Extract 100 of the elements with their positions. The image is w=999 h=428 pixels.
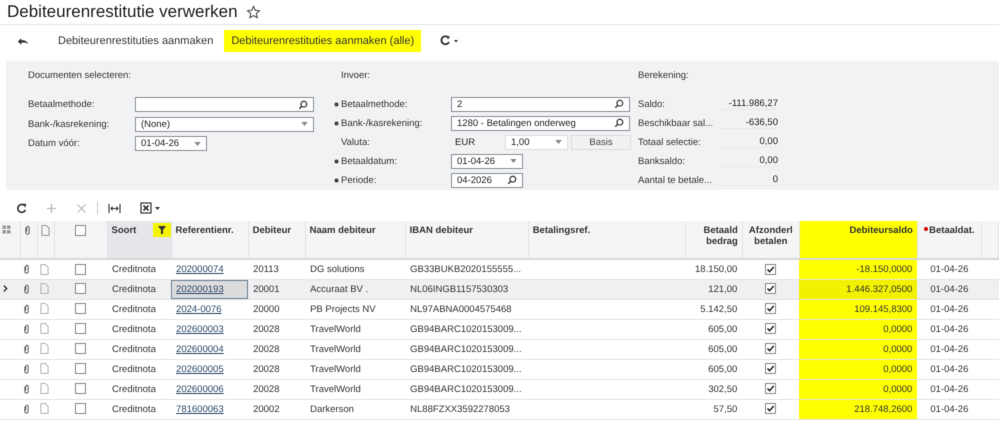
select-all-checkbox[interactable]	[75, 225, 86, 236]
table-row[interactable]: Creditnota 2024-0076 20000 PB Projects NV NL97ABNA0004575468 5.142,50 109.145,8300 01-04-26	[0, 299, 998, 319]
iban-cell: GB33BUKB2020155555...	[410, 264, 522, 275]
separate-pay-checkbox[interactable]	[765, 323, 776, 334]
table-row[interactable]: Creditnota 202600006 20028 TravelWorld GB94BARC1020153009... 302,50 0,0000 01-04-26	[0, 379, 998, 399]
dropdown-field[interactable]: (None)	[135, 116, 314, 132]
fit-columns-icon[interactable]	[108, 202, 121, 214]
row-checkbox[interactable]	[75, 323, 86, 334]
rate-dropdown[interactable]: 1,00	[505, 134, 568, 150]
reference-link[interactable]: 202600006	[176, 384, 224, 394]
balance-cell: 0,0000	[883, 324, 912, 334]
excel-export-icon[interactable]	[140, 202, 162, 214]
action-button[interactable]: Debiteurenrestituties aanmaken (alle)	[224, 30, 422, 52]
row-checkbox[interactable]	[75, 383, 86, 394]
row-checkbox[interactable]	[75, 363, 86, 374]
undo-icon[interactable]	[17, 36, 29, 46]
paperclip-icon[interactable]	[23, 284, 30, 294]
refresh-icon[interactable]	[16, 202, 27, 214]
action-button[interactable]: Debiteurenrestituties aanmaken	[51, 30, 220, 52]
caret-icon	[510, 159, 517, 164]
column-header[interactable]: Naam debiteur	[305, 221, 406, 259]
table-row[interactable]: Creditnota 202600005 20028 TravelWorld GB94BARC1020153009... 605,00 0,0000 01-04-26	[0, 359, 998, 379]
table-row[interactable]: Creditnota 202600004 20028 TravelWorld GB94BARC1020153009... 605,00 0,0000 01-04-26	[0, 339, 998, 359]
column-header[interactable]: IBAN debiteur	[405, 221, 528, 259]
separate-pay-checkbox[interactable]	[765, 264, 776, 275]
paperclip-icon[interactable]	[23, 404, 30, 414]
row-checkbox[interactable]	[75, 403, 86, 414]
lookup-field[interactable]: 2	[451, 96, 630, 112]
reference-link[interactable]: 202600005	[176, 364, 224, 374]
iban-cell: GB94BARC1020153009...	[410, 364, 522, 374]
table-row[interactable]: Creditnota 202000074 20113 DG solutions GB33BUKB2020155555... 18.150,00 -18.150,0000 01-04-26	[0, 259, 998, 279]
reference-link[interactable]: 202000074	[176, 264, 224, 275]
column-header[interactable]: Soort	[107, 221, 172, 259]
date-field[interactable]: 01-04-26	[135, 136, 207, 152]
refresh-menu-icon[interactable]	[439, 35, 460, 47]
column-header[interactable]: Debiteursaldo	[799, 221, 918, 259]
field-label: Datum vóór:	[27, 138, 81, 150]
row-checkbox[interactable]	[75, 264, 86, 275]
table-row[interactable]: Creditnota 781600063 20002 Darkerson NL88FZXX3592278053 57,50 218.748,2600 01-04-26	[0, 399, 998, 419]
separate-pay-checkbox[interactable]	[765, 283, 776, 294]
column-header[interactable]: Betaald bedrag	[685, 221, 742, 259]
separate-pay-checkbox[interactable]	[765, 383, 776, 394]
customer-name-cell: TravelWorld	[310, 364, 361, 374]
row-checkbox[interactable]	[75, 283, 86, 294]
customer-name-cell: TravelWorld	[310, 324, 361, 334]
table-row[interactable]: Creditnota 202000193 20001 Accuraat BV . NL06INGB1157530303 121,00 1.446.327,0500 01-04-26	[0, 279, 998, 299]
required-dot-icon	[334, 102, 339, 107]
reference-link[interactable]: 2024-0076	[176, 304, 222, 314]
reference-link[interactable]: 781600063	[176, 404, 224, 414]
reference-link[interactable]: 202600003	[176, 324, 224, 334]
iban-cell: GB94BARC1020153009...	[410, 384, 522, 394]
row-checkbox[interactable]	[75, 343, 86, 354]
columns-icon[interactable]	[2, 225, 11, 234]
column-header[interactable]: Betaaldat.	[917, 221, 982, 259]
date-cell: 01-04-26	[930, 284, 968, 294]
period-field[interactable]: 04-2026	[451, 172, 523, 188]
search-icon[interactable]	[614, 118, 624, 128]
row-checkbox[interactable]	[75, 303, 86, 314]
column-header[interactable]: Afzonderl betalen	[742, 221, 800, 259]
separate-pay-checkbox[interactable]	[765, 363, 776, 374]
balance-cell: 0,0000	[883, 344, 912, 354]
paperclip-icon[interactable]	[23, 324, 30, 334]
filter-icon[interactable]	[152, 223, 171, 237]
customer-name-cell: Darkerson	[310, 404, 354, 414]
paperclip-icon[interactable]	[23, 344, 30, 354]
type-cell: Creditnota	[112, 284, 156, 294]
section-heading: Invoer:	[341, 70, 372, 83]
iban-cell: NL97ABNA0004575468	[410, 304, 512, 314]
iban-cell: NL88FZXX3592278053	[410, 404, 510, 414]
paperclip-icon[interactable]	[23, 364, 30, 374]
reference-link[interactable]: 202600004	[176, 344, 224, 354]
table-row[interactable]: Creditnota 202600003 20028 TravelWorld GB94BARC1020153009... 605,00 0,0000 01-04-26	[0, 319, 998, 339]
column-header[interactable]: Referentienr.	[171, 221, 248, 259]
favorite-star-icon[interactable]	[246, 4, 261, 20]
paperclip-icon[interactable]	[23, 384, 30, 394]
paperclip-icon[interactable]	[23, 304, 30, 314]
separate-pay-checkbox[interactable]	[765, 343, 776, 354]
type-cell: Creditnota	[112, 384, 156, 394]
lookup-field[interactable]: 1280 - Betalingen onderweg	[451, 116, 630, 131]
caret-icon	[555, 140, 562, 144]
search-icon[interactable]	[614, 99, 624, 110]
required-dot-icon	[334, 178, 339, 183]
balance-cell: 218.748,2600	[854, 404, 912, 414]
date-field[interactable]: 01-04-26	[451, 154, 523, 169]
column-header[interactable]: Betalingsref.	[528, 221, 686, 259]
basis-button[interactable]: Basis	[571, 134, 631, 150]
date-cell: 01-04-26	[930, 404, 968, 414]
required-dot-icon	[334, 158, 339, 164]
paperclip-icon[interactable]	[23, 264, 30, 274]
separate-pay-checkbox[interactable]	[765, 403, 776, 414]
summary-value: -111.986,27	[718, 98, 778, 110]
search-icon[interactable]	[298, 100, 308, 110]
field-label: Periode:	[334, 174, 451, 186]
column-header[interactable]: Debiteur	[248, 221, 306, 259]
lookup-field[interactable]	[135, 97, 314, 112]
field-label: Betaaldatum:	[334, 156, 451, 167]
customer-name-cell: PB Projects NV	[310, 304, 376, 314]
search-icon[interactable]	[507, 175, 517, 186]
amount-cell: 5.142,50	[700, 304, 738, 314]
separate-pay-checkbox[interactable]	[765, 303, 776, 314]
